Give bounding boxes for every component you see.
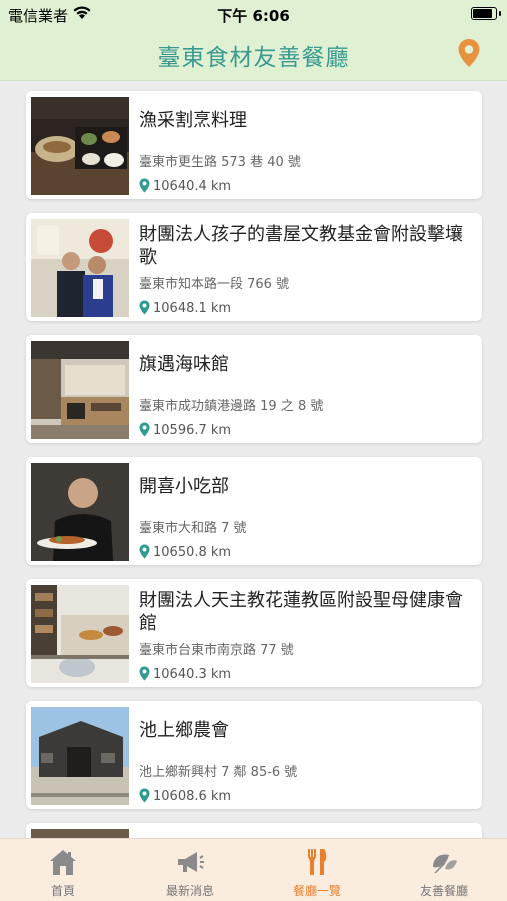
restaurant-distance: 10608.6 km — [139, 788, 231, 804]
status-bar: 電信業者 下午 6:06 — [0, 0, 507, 28]
restaurant-distance: 10650.8 km — [139, 544, 231, 560]
restaurant-card[interactable]: 旗遇海味館 臺東市成功鎮港邊路 19 之 8 號 10596.7 km — [26, 335, 482, 443]
restaurant-photo — [31, 707, 129, 805]
distance-value: 10640.4 km — [153, 179, 232, 194]
restaurant-address: 臺東市大和路 7 號 — [139, 521, 247, 536]
restaurant-photo — [31, 341, 129, 439]
tab-label: 最新消息 — [165, 884, 214, 898]
restaurant-distance: 10596.7 km — [139, 422, 231, 438]
restaurant-photo — [31, 585, 129, 683]
restaurant-card[interactable] — [26, 823, 482, 838]
distance-value: 10648.1 km — [153, 301, 232, 316]
restaurant-name: 財團法人天主教花蓮教區附設聖母健康會館 — [139, 590, 463, 634]
restaurant-photo — [31, 829, 129, 838]
restaurant-name: 財團法人孩子的書屋文教基金會附設擊壤歌 — [139, 224, 463, 268]
tab-news[interactable]: 最新消息 — [127, 839, 253, 901]
distance-pin-icon — [139, 422, 150, 437]
distance-pin-icon — [139, 544, 150, 559]
tab-label: 友善餐廳 — [419, 884, 468, 898]
leaf-icon — [433, 854, 457, 874]
distance-pin-icon — [139, 666, 150, 681]
page-title: 臺東食材友善餐廳 — [157, 45, 350, 71]
restaurant-distance: 10640.3 km — [139, 666, 231, 682]
restaurant-address: 臺東市成功鎮港邊路 19 之 8 號 — [139, 399, 324, 414]
nav-bar: 臺東食材友善餐廳 — [0, 28, 507, 81]
restaurant-photo — [31, 463, 129, 561]
restaurant-address: 池上鄉新興村 7 鄰 85-6 號 — [139, 765, 298, 780]
tab-home[interactable]: 首頁 — [0, 839, 126, 901]
location-pin-icon[interactable] — [457, 38, 481, 68]
distance-pin-icon — [139, 300, 150, 315]
distance-value: 10608.6 km — [153, 789, 232, 804]
restaurant-photo — [31, 219, 129, 317]
restaurant-address: 臺東市知本路一段 766 號 — [139, 277, 290, 292]
distance-pin-icon — [139, 788, 150, 803]
restaurant-distance: 10648.1 km — [139, 300, 231, 316]
restaurant-card[interactable]: 開喜小吃部 臺東市大和路 7 號 10650.8 km — [26, 457, 482, 565]
megaphone-icon — [178, 852, 204, 872]
restaurant-photo — [31, 97, 129, 195]
distance-value: 10640.3 km — [153, 667, 232, 682]
home-icon — [50, 850, 76, 875]
battery-icon — [471, 7, 501, 20]
tab-friendly[interactable]: 友善餐廳 — [381, 839, 507, 901]
restaurant-name: 旗遇海味館 — [139, 354, 229, 375]
tab-label: 首頁 — [50, 884, 75, 898]
restaurant-card[interactable]: 財團法人天主教花蓮教區附設聖母健康會館 臺東市台東市南京路 77 號 10640… — [26, 579, 482, 687]
restaurant-card[interactable]: 池上鄉農會 池上鄉新興村 7 鄰 85-6 號 10608.6 km — [26, 701, 482, 809]
clock: 下午 6:06 — [217, 7, 290, 25]
restaurant-name: 池上鄉農會 — [139, 720, 229, 741]
restaurant-address: 臺東市台東市南京路 77 號 — [139, 643, 294, 658]
distance-value: 10650.8 km — [153, 545, 232, 560]
tab-label: 餐廳一覽 — [292, 884, 341, 898]
restaurant-name: 漁采割烹料理 — [139, 110, 247, 131]
distance-value: 10596.7 km — [153, 423, 232, 438]
restaurant-distance: 10640.4 km — [139, 178, 231, 194]
restaurant-card[interactable]: 財團法人孩子的書屋文教基金會附設擊壤歌 臺東市知本路一段 766 號 10648… — [26, 213, 482, 321]
tab-bar: 首頁 最新消息 餐廳一覽 友善餐廳 — [0, 838, 507, 901]
restaurant-card[interactable]: 漁采割烹料理 臺東市更生路 573 巷 40 號 10640.4 km — [26, 91, 482, 199]
distance-pin-icon — [139, 178, 150, 193]
fork-knife-icon — [308, 849, 327, 875]
restaurant-address: 臺東市更生路 573 巷 40 號 — [139, 155, 301, 170]
tab-restaurants[interactable]: 餐廳一覽 — [254, 839, 380, 901]
restaurant-list[interactable]: 漁采割烹料理 臺東市更生路 573 巷 40 號 10640.4 km 財團法人… — [0, 80, 507, 838]
restaurant-name: 開喜小吃部 — [139, 476, 229, 497]
